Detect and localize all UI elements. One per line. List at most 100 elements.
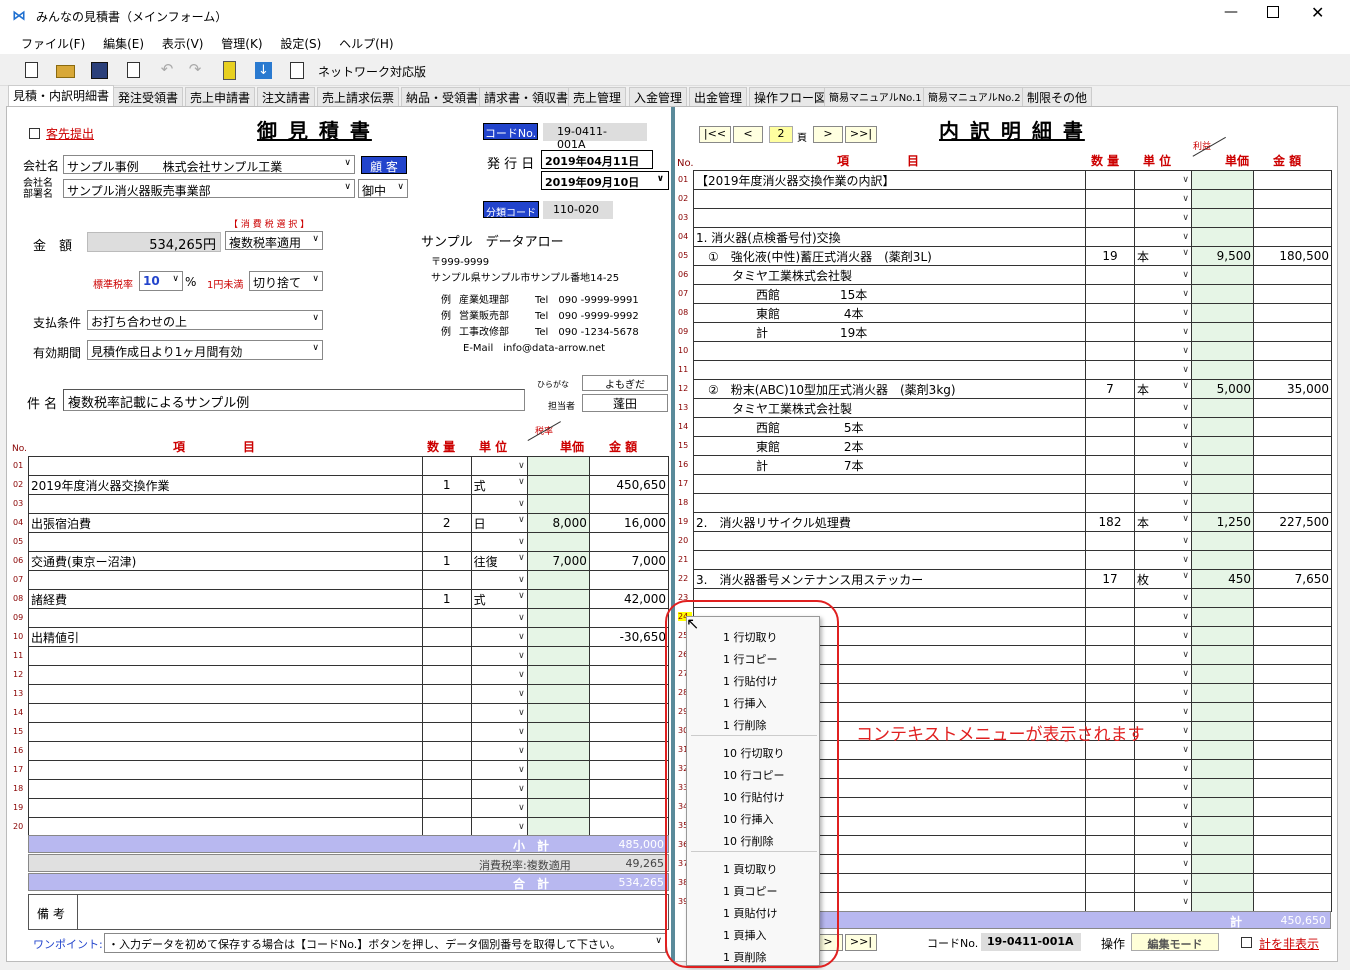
item-cell[interactable]	[28, 760, 423, 780]
amount-cell[interactable]	[1253, 550, 1332, 570]
qty-cell[interactable]	[1085, 417, 1135, 437]
price-cell[interactable]	[1191, 664, 1254, 684]
price-cell[interactable]	[1191, 170, 1254, 190]
qty-cell[interactable]	[1085, 303, 1135, 323]
unit-cell[interactable]: ∨	[470, 532, 528, 552]
item-cell[interactable]: 【2019年度消火器交換作業の内訳】	[693, 170, 1086, 190]
amount-cell[interactable]: 180,500	[1253, 246, 1332, 266]
amount-cell[interactable]	[588, 684, 670, 704]
unit-cell[interactable]: ∨	[1134, 816, 1192, 836]
unit-cell[interactable]: ∨	[1134, 455, 1192, 475]
unit-cell[interactable]: ∨	[1134, 284, 1192, 304]
unit-cell[interactable]: ∨	[1134, 778, 1192, 798]
amount-cell[interactable]: 7,650	[1253, 569, 1332, 589]
item-cell[interactable]: 計 19本	[693, 322, 1086, 342]
price-cell[interactable]	[1191, 816, 1254, 836]
item-cell[interactable]	[28, 817, 423, 837]
unit-cell[interactable]: ∨	[1134, 835, 1192, 855]
unit-cell[interactable]: ∨	[1134, 531, 1192, 551]
amount-cell[interactable]	[588, 494, 670, 514]
unit-cell[interactable]: ∨	[1134, 360, 1192, 380]
send-checkbox[interactable]	[29, 128, 40, 139]
unit-cell[interactable]: ∨	[1134, 436, 1192, 456]
qty-cell[interactable]	[1085, 702, 1135, 722]
unit-cell[interactable]: ∨	[1134, 417, 1192, 437]
qty-cell[interactable]	[421, 684, 472, 704]
honorific-field[interactable]: 御中 ∨	[358, 179, 408, 198]
unit-cell[interactable]: ∨	[1134, 607, 1192, 627]
unit-cell[interactable]: ∨	[1134, 854, 1192, 874]
menu-help[interactable]: ヘルプ(H)	[332, 32, 400, 52]
menu-view[interactable]: 表示(V)	[155, 32, 211, 52]
tab-sales-request[interactable]: 売上申請書	[185, 87, 256, 106]
qty-cell[interactable]	[421, 456, 472, 476]
unit-cell[interactable]: ∨	[1134, 645, 1192, 665]
unit-cell[interactable]: ∨	[470, 665, 528, 685]
price-cell[interactable]: 5,000	[1191, 379, 1254, 399]
amount-cell[interactable]	[1253, 759, 1332, 779]
qty-cell[interactable]	[1085, 892, 1135, 912]
tab-order-confirm[interactable]: 注文請書	[257, 87, 316, 106]
amount-cell[interactable]	[1253, 892, 1332, 912]
item-cell[interactable]	[28, 608, 423, 628]
amount-cell[interactable]	[588, 817, 670, 837]
qty-cell[interactable]	[1085, 493, 1135, 513]
unit-cell[interactable]: ∨	[1134, 759, 1192, 779]
amount-cell[interactable]	[1253, 341, 1332, 361]
unit-cell[interactable]: ∨	[1134, 227, 1192, 247]
qty-cell[interactable]	[421, 627, 472, 647]
qty-cell[interactable]	[1085, 759, 1135, 779]
unit-cell[interactable]: ∨	[1134, 702, 1192, 722]
amount-cell[interactable]: 35,000	[1253, 379, 1332, 399]
qty-cell[interactable]	[1085, 778, 1135, 798]
unit-cell[interactable]: 本 ∨	[1134, 512, 1192, 532]
price-cell[interactable]	[1191, 284, 1254, 304]
amount-cell[interactable]	[1253, 227, 1332, 247]
item-cell[interactable]	[28, 779, 423, 799]
amount-cell[interactable]	[588, 532, 670, 552]
hide-total-checkbox[interactable]	[1241, 937, 1252, 948]
unit-cell[interactable]: 枚 ∨	[1134, 569, 1192, 589]
price-cell[interactable]	[1191, 208, 1254, 228]
price-cell[interactable]	[1191, 778, 1254, 798]
price-cell[interactable]	[526, 817, 590, 837]
price-cell[interactable]	[1191, 854, 1254, 874]
price-cell[interactable]	[526, 722, 590, 742]
item-cell[interactable]: 計 7本	[693, 455, 1086, 475]
amount-cell[interactable]: 42,000	[588, 589, 670, 609]
price-cell[interactable]	[526, 494, 590, 514]
amount-cell[interactable]	[588, 665, 670, 685]
dept-field[interactable]: サンプル消火器販売事業部 ∨	[63, 179, 355, 198]
person-field[interactable]: 蓬田	[582, 394, 668, 412]
item-cell[interactable]: 2019年度消火器交換作業	[28, 475, 423, 495]
qty-cell[interactable]	[1085, 531, 1135, 551]
amount-cell[interactable]	[588, 741, 670, 761]
save-icon[interactable]	[88, 59, 110, 81]
price-cell[interactable]	[1191, 645, 1254, 665]
unit-cell[interactable]: ∨	[1134, 322, 1192, 342]
qty-cell[interactable]	[421, 494, 472, 514]
qty-cell[interactable]	[1085, 455, 1135, 475]
price-cell[interactable]	[1191, 873, 1254, 893]
price-cell[interactable]	[1191, 189, 1254, 209]
amount-cell[interactable]	[1253, 265, 1332, 285]
price-cell[interactable]	[526, 570, 590, 590]
price-cell[interactable]	[1191, 303, 1254, 323]
item-cell[interactable]: ② 粉末(ABC)10型加圧式消火器 (薬剤3kg)	[693, 379, 1086, 399]
qty-cell[interactable]	[1085, 645, 1135, 665]
tab-limits[interactable]: 制限その他	[1022, 87, 1093, 106]
amount-cell[interactable]	[588, 570, 670, 590]
mode-button[interactable]: 編集モード	[1131, 933, 1219, 951]
item-cell[interactable]	[28, 722, 423, 742]
item-cell[interactable]	[693, 189, 1086, 209]
item-cell[interactable]: 交通費(東京ー沼津)	[28, 551, 423, 571]
unit-cell[interactable]: ∨	[1134, 341, 1192, 361]
qty-cell[interactable]: 182	[1085, 512, 1135, 532]
tab-manual-1[interactable]: 簡易マニュアルNo.1	[824, 87, 927, 106]
price-cell[interactable]	[526, 532, 590, 552]
unit-cell[interactable]: ∨	[470, 798, 528, 818]
new-file-icon[interactable]	[20, 59, 42, 81]
qty-cell[interactable]	[421, 741, 472, 761]
item-cell[interactable]: タミヤ工業株式会社製	[693, 398, 1086, 418]
qty-cell[interactable]	[1085, 626, 1135, 646]
